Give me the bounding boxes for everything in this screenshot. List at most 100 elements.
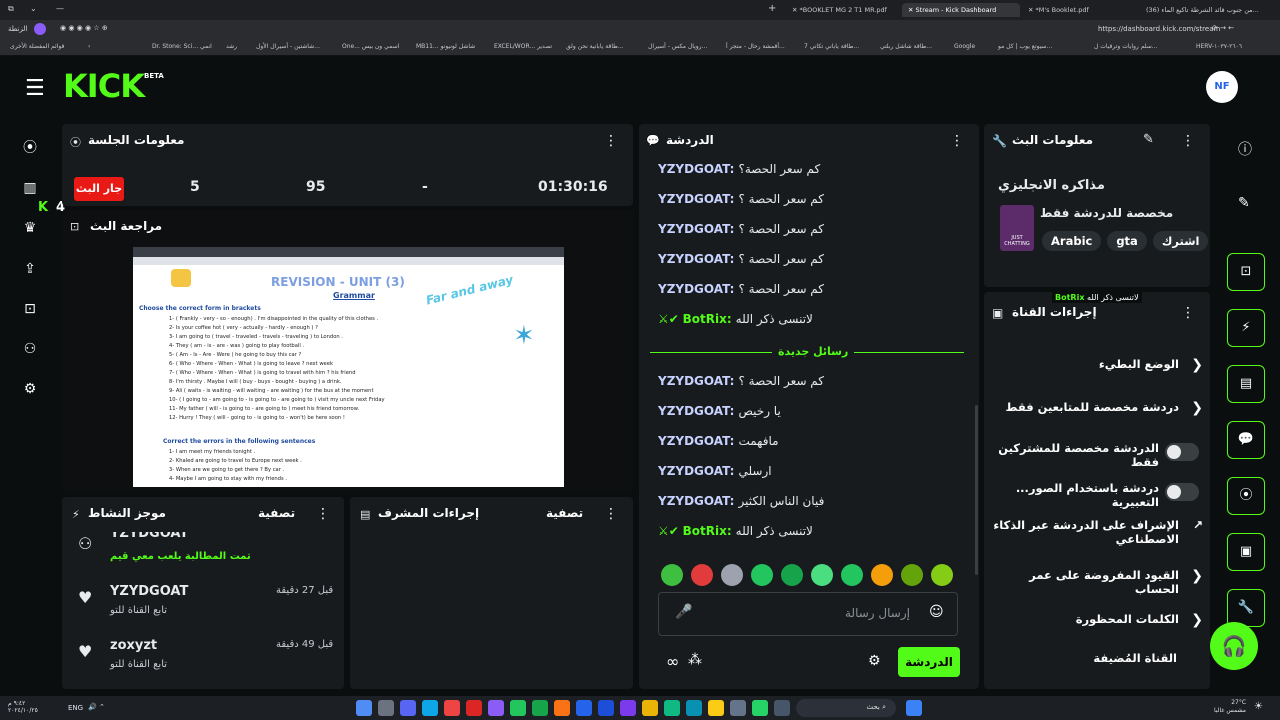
bookmark-item[interactable]: رشد — [226, 43, 237, 50]
activity-user[interactable]: YZYDGOAT — [110, 584, 188, 599]
windows-start-icon[interactable] — [906, 700, 922, 716]
chat-message[interactable]: YZYDGOAT: كم سعر الحصة؟ — [658, 162, 978, 182]
more-options-icon[interactable]: ⋮ — [1181, 134, 1195, 148]
chat-message[interactable]: YZYDGOAT: يا رخيص — [658, 404, 978, 424]
emoji-icon[interactable]: ☺ — [929, 604, 944, 620]
bookmark-item[interactable]: EXCEL/WOR... تصدير — [494, 43, 552, 50]
app-icon[interactable] — [356, 700, 372, 716]
app-icon[interactable] — [444, 700, 460, 716]
more-options-icon[interactable]: ⋮ — [604, 134, 618, 148]
app-icon[interactable] — [708, 700, 724, 716]
chat-sidebar-icon[interactable]: 💬 — [1227, 421, 1265, 459]
filter-button[interactable]: تصفية — [258, 506, 295, 520]
gear-icon[interactable]: ⚙ — [868, 653, 881, 669]
camera-sidebar-icon[interactable]: ⊡ — [1227, 253, 1265, 291]
chat-message[interactable]: YZYDGOAT: فيان الناس الكثير — [658, 494, 978, 514]
bookmark-item[interactable]: سلم روايات وترقيات ل... — [1094, 43, 1157, 50]
emote-only-toggle[interactable] — [1165, 483, 1199, 501]
app-icon[interactable] — [774, 700, 790, 716]
emote-icon[interactable] — [931, 564, 953, 586]
info-icon[interactable]: ⓘ — [1238, 139, 1252, 159]
chat-message[interactable]: YZYDGOAT: كم سعر الحصة ؟ — [658, 192, 978, 212]
tray-icons[interactable]: 🔊 ⌃ — [88, 703, 105, 711]
more-options-icon[interactable]: ⋮ — [316, 507, 330, 521]
bookmark-item[interactable]: One... اسمي ون بيس — [342, 43, 399, 50]
tag-pill[interactable]: gta — [1107, 231, 1147, 251]
more-options-icon[interactable]: ⋮ — [1181, 306, 1195, 320]
chat-message[interactable]: ⚔✔ BotRix: لاتنسى ذكر الله — [658, 312, 978, 332]
lightning-sidebar-icon[interactable]: ⚡ — [1227, 309, 1265, 347]
document-sidebar-icon[interactable]: ▤ — [1227, 365, 1265, 403]
setting-slow-mode[interactable]: الوضع البطيء ❯ — [993, 357, 1203, 379]
bookmark-item[interactable]: رويال مكس - أسيرال... — [648, 43, 707, 50]
app-icon[interactable] — [378, 700, 394, 716]
bookmark-item[interactable]: طاقة شاشل ربلتي... — [880, 43, 932, 50]
chat-message[interactable]: YZYDGOAT: مافهمت — [658, 434, 978, 454]
broadcast-sidebar-icon[interactable]: ⦿ — [1227, 477, 1265, 515]
chat-username[interactable]: YZYDGOAT: — [658, 404, 734, 418]
bookmark-item[interactable]: سيوتع يوب | كل مو... — [998, 43, 1052, 50]
chat-username[interactable]: YZYDGOAT: — [658, 222, 734, 236]
kick-logo[interactable]: KICK — [63, 67, 145, 105]
nav-buttons-icon[interactable]: ⟳ → ← — [1212, 24, 1234, 32]
app-icon[interactable] — [466, 700, 482, 716]
setting-ai-moderation[interactable]: الإشراف على الدردشة عبر الذكاء الاصطناعي… — [993, 518, 1203, 552]
analytics-icon[interactable]: ▥ — [18, 176, 42, 200]
chat-message[interactable]: YZYDGOAT: كم سعر الحصة ؟ — [658, 374, 978, 394]
bookmark-item[interactable]: طاقة ياباني تكاني 7... — [804, 43, 859, 50]
infinity-icon[interactable]: ∞ — [666, 652, 679, 671]
new-tab-icon[interactable]: + — [768, 3, 776, 14]
bookmark-item[interactable]: Dr. Stone: Sci... انمي — [152, 43, 212, 50]
avatar[interactable]: NF — [1206, 71, 1238, 103]
chat-message[interactable]: YZYDGOAT: كم سعر الحصة ؟ — [658, 282, 978, 302]
trophy-icon[interactable]: ♛ — [18, 216, 42, 240]
users-icon[interactable]: ⚇ — [18, 337, 42, 361]
chat-username[interactable]: YZYDGOAT: — [658, 434, 734, 448]
tab-kick-dashboard[interactable]: ✕ Stream - Kick Dashboard — [902, 3, 1020, 17]
chat-username[interactable]: BotRix: — [683, 524, 732, 538]
send-chat-button[interactable]: الدردشة — [898, 647, 960, 677]
profile-label[interactable]: الزنطة — [8, 25, 27, 33]
app-icon[interactable] — [488, 700, 504, 716]
category-thumbnail[interactable]: JUST CHATTING — [1000, 205, 1034, 251]
activity-user[interactable]: zoxyzt — [110, 638, 157, 653]
filter-button[interactable]: تصفية — [546, 506, 583, 520]
taskbar-search[interactable]: بحث ⌕ — [796, 699, 896, 717]
chat-message[interactable]: YZYDGOAT: كم سعر الحصة ؟ — [658, 222, 978, 242]
app-icon[interactable] — [532, 700, 548, 716]
chat-message[interactable]: ⚔✔ BotRix: لاتنسى ذكر الله — [658, 524, 978, 544]
emote-icon[interactable] — [751, 564, 773, 586]
app-icon[interactable] — [686, 700, 702, 716]
app-icon[interactable] — [554, 700, 570, 716]
emote-icon[interactable] — [841, 564, 863, 586]
app-icon[interactable] — [422, 700, 438, 716]
activity-user[interactable]: YZYDGOAT — [110, 532, 188, 541]
app-icon[interactable] — [400, 700, 416, 716]
setting-followers-only[interactable]: دردشة مخصصة للمتابعين فقط ❯ — [993, 400, 1203, 422]
bookmark-item[interactable]: Google — [954, 43, 975, 50]
app-icon[interactable] — [730, 700, 746, 716]
chat-input-box[interactable]: 🎤 إرسال رسالة ☺ — [658, 592, 958, 636]
subscribers-only-toggle[interactable] — [1165, 443, 1199, 461]
window-menu-icon[interactable]: ⧉ — [8, 4, 14, 14]
emote-icon[interactable] — [871, 564, 893, 586]
tab-youtube[interactable]: (36) من جنوب قائد الشرطة تاكيع الماء... — [1140, 3, 1272, 17]
chat-message[interactable]: YZYDGOAT: ارسلي — [658, 464, 978, 484]
setting-blocked-words[interactable]: الكلمات المحظورة ❯ — [993, 612, 1203, 634]
chat-username[interactable]: YZYDGOAT: — [658, 494, 734, 508]
chevron-left-icon[interactable]: ‹ — [88, 43, 90, 50]
chat-username[interactable]: YZYDGOAT: — [658, 252, 734, 266]
emote-icon[interactable] — [661, 564, 683, 586]
chat-username[interactable]: YZYDGOAT: — [658, 374, 734, 388]
upload-icon[interactable]: ⇪ — [18, 257, 42, 281]
app-icon[interactable] — [576, 700, 592, 716]
extensions-icon[interactable]: ◉ ◉ ◉ ◉ ☆ ⊕ — [60, 24, 108, 32]
tag-pill[interactable]: اشترك — [1152, 231, 1209, 251]
setting-account-age[interactable]: القيود المفروضة على عمر الحساب ❯ — [993, 568, 1203, 596]
app-icon[interactable] — [664, 700, 680, 716]
bookmark-item[interactable]: شاشتين - أسيرال الأول... — [256, 43, 320, 50]
bookmark-item[interactable]: HERV-٢٦٠٦-١٠٣٧ — [1196, 43, 1242, 50]
camera-icon[interactable]: ⊡ — [18, 297, 42, 321]
bookmark-item[interactable]: طاقة يابانية نحن ولق... — [566, 43, 624, 50]
app-icon[interactable] — [642, 700, 658, 716]
